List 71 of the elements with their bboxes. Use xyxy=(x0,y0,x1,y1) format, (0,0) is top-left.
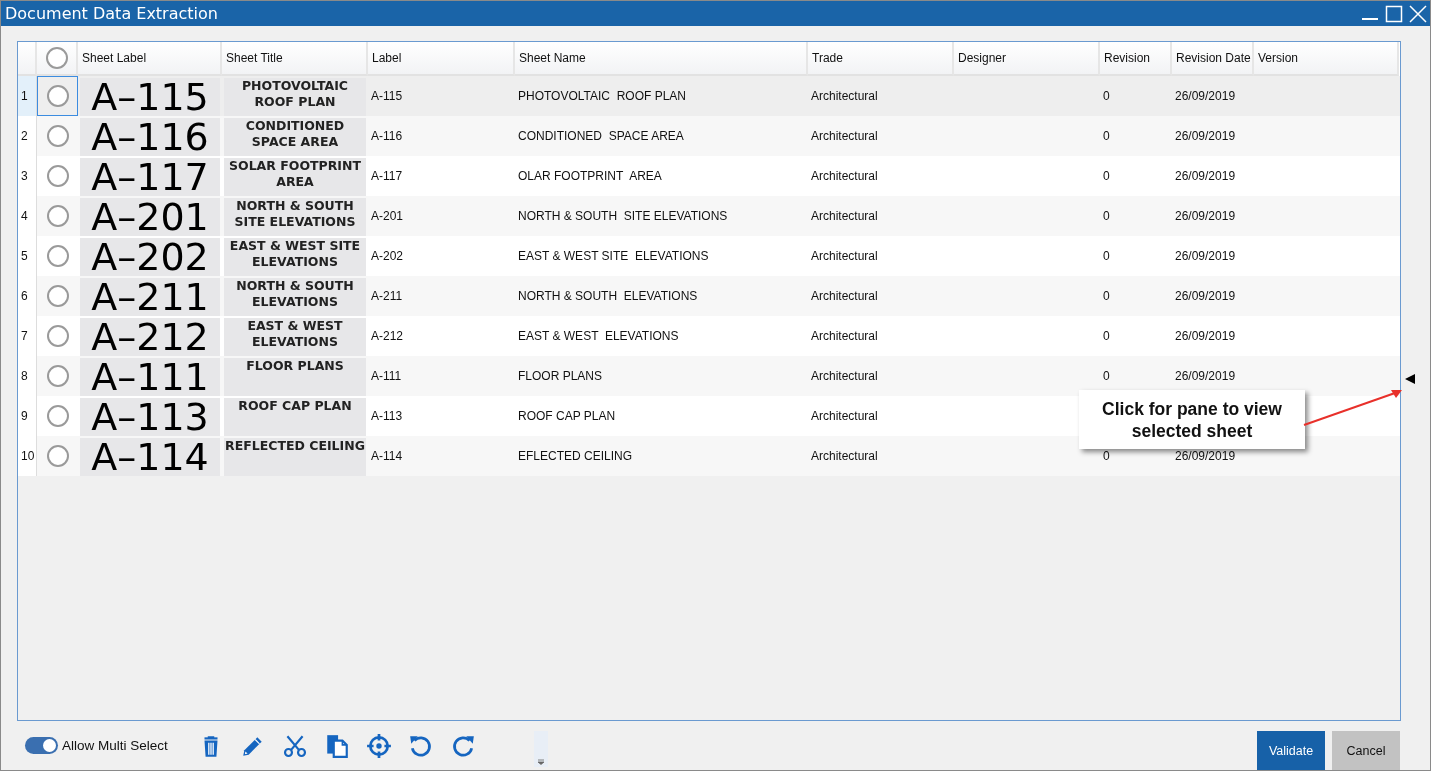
sheet-title-image: PHOTOVOLTAIC ROOF PLAN xyxy=(224,78,366,116)
table-cell: 26/09/2019 xyxy=(1175,129,1236,143)
table-cell: Architectural xyxy=(811,89,878,103)
sheet-label-image: A–202 xyxy=(80,238,220,276)
sheet-label-image: A–116 xyxy=(80,118,220,156)
callout-tooltip: Click for pane to view selected sheet xyxy=(1079,390,1305,449)
sheet-label-image: A–113 xyxy=(80,398,220,436)
table-cell: EAST & WEST SITE ELEVATIONS xyxy=(518,249,709,263)
sheet-label-image: A–211 xyxy=(80,278,220,316)
table-cell: 0 xyxy=(1103,369,1110,383)
toggle-label: Allow Multi Select xyxy=(62,738,168,753)
table-cell: 26/09/2019 xyxy=(1175,209,1236,223)
table-cell: Architectural xyxy=(811,369,878,383)
window-title: Document Data Extraction xyxy=(4,4,218,23)
sheet-title-image: ROOF CAP PLAN xyxy=(224,398,366,436)
sheet-label-image: A–115 xyxy=(80,78,220,116)
table-cell: NORTH & SOUTH ELEVATIONS xyxy=(518,289,698,303)
table-cell: Architectural xyxy=(811,449,878,463)
table-cell: Architectural xyxy=(811,329,878,343)
table-cell: 0 xyxy=(1103,289,1110,303)
table-cell: OLAR FOOTPRINT AREA xyxy=(518,169,662,183)
table-cell: 0 xyxy=(1103,249,1110,263)
sheet-title-image: NORTH & SOUTH SITE ELEVATIONS xyxy=(224,198,366,236)
sheet-label-image: A–114 xyxy=(80,438,220,476)
table-cell: A-114 xyxy=(371,449,403,463)
table-cell: Architectural xyxy=(811,209,878,223)
table-cell: 0 xyxy=(1103,129,1110,143)
table-cell: 0 xyxy=(1103,89,1110,103)
table-cell: A-116 xyxy=(371,129,403,143)
table-cell: Architectural xyxy=(811,129,878,143)
sheet-title-image: SOLAR FOOTPRINT AREA xyxy=(224,158,366,196)
table-cell: EAST & WEST ELEVATIONS xyxy=(518,329,679,343)
table-cell: CONDITIONED SPACE AREA xyxy=(518,129,684,143)
sheet-title-image: NORTH & SOUTH ELEVATIONS xyxy=(224,278,366,316)
table-cell: A-113 xyxy=(371,409,403,423)
sheet-label-image: A–111 xyxy=(80,358,220,396)
table-cell: Architectural xyxy=(811,169,878,183)
table-cell: 26/09/2019 xyxy=(1175,449,1236,463)
sheet-title-image: EAST & WEST SITE ELEVATIONS xyxy=(224,238,366,276)
table-cell: Architectural xyxy=(811,289,878,303)
table-cell: A-202 xyxy=(371,249,404,263)
table-cell: A-115 xyxy=(371,89,403,103)
table-cell: A-117 xyxy=(371,169,403,183)
table-cell: Architectural xyxy=(811,249,878,263)
table-cell: 0 xyxy=(1103,449,1110,463)
table-cell: 26/09/2019 xyxy=(1175,369,1236,383)
table-cell: ROOF CAP PLAN xyxy=(518,409,616,423)
table-cell: Architectural xyxy=(811,409,878,423)
table-cell: EFLECTED CEILING xyxy=(518,449,633,463)
table-cell: 0 xyxy=(1103,209,1110,223)
table-cell: FLOOR PLANS xyxy=(518,369,603,383)
table-cell: PHOTOVOLTAIC ROOF PLAN xyxy=(518,89,687,103)
table-cell: A-211 xyxy=(371,289,403,303)
table-cell: 26/09/2019 xyxy=(1175,329,1236,343)
table-cell: 0 xyxy=(1103,329,1110,343)
table-cell: 26/09/2019 xyxy=(1175,289,1236,303)
table-cell: 26/09/2019 xyxy=(1175,249,1236,263)
table-cell: A-111 xyxy=(371,369,402,383)
sheet-label-image: A–212 xyxy=(80,318,220,356)
sheet-title-image: EAST & WEST ELEVATIONS xyxy=(224,318,366,356)
table-cell: 26/09/2019 xyxy=(1175,89,1236,103)
table-cell: A-201 xyxy=(371,209,404,223)
table-cell: 0 xyxy=(1103,169,1110,183)
sheet-title-image: CONDITIONED SPACE AREA xyxy=(224,118,366,156)
sheet-label-image: A–201 xyxy=(80,198,220,236)
table-cell: 26/09/2019 xyxy=(1175,169,1236,183)
sheet-title-image: REFLECTED CEILING xyxy=(224,438,366,476)
table-cell: A-212 xyxy=(371,329,404,343)
sheet-label-image: A–117 xyxy=(80,158,220,196)
sheet-title-image: FLOOR PLANS xyxy=(224,358,366,396)
table-cell: NORTH & SOUTH SITE ELEVATIONS xyxy=(518,209,728,223)
